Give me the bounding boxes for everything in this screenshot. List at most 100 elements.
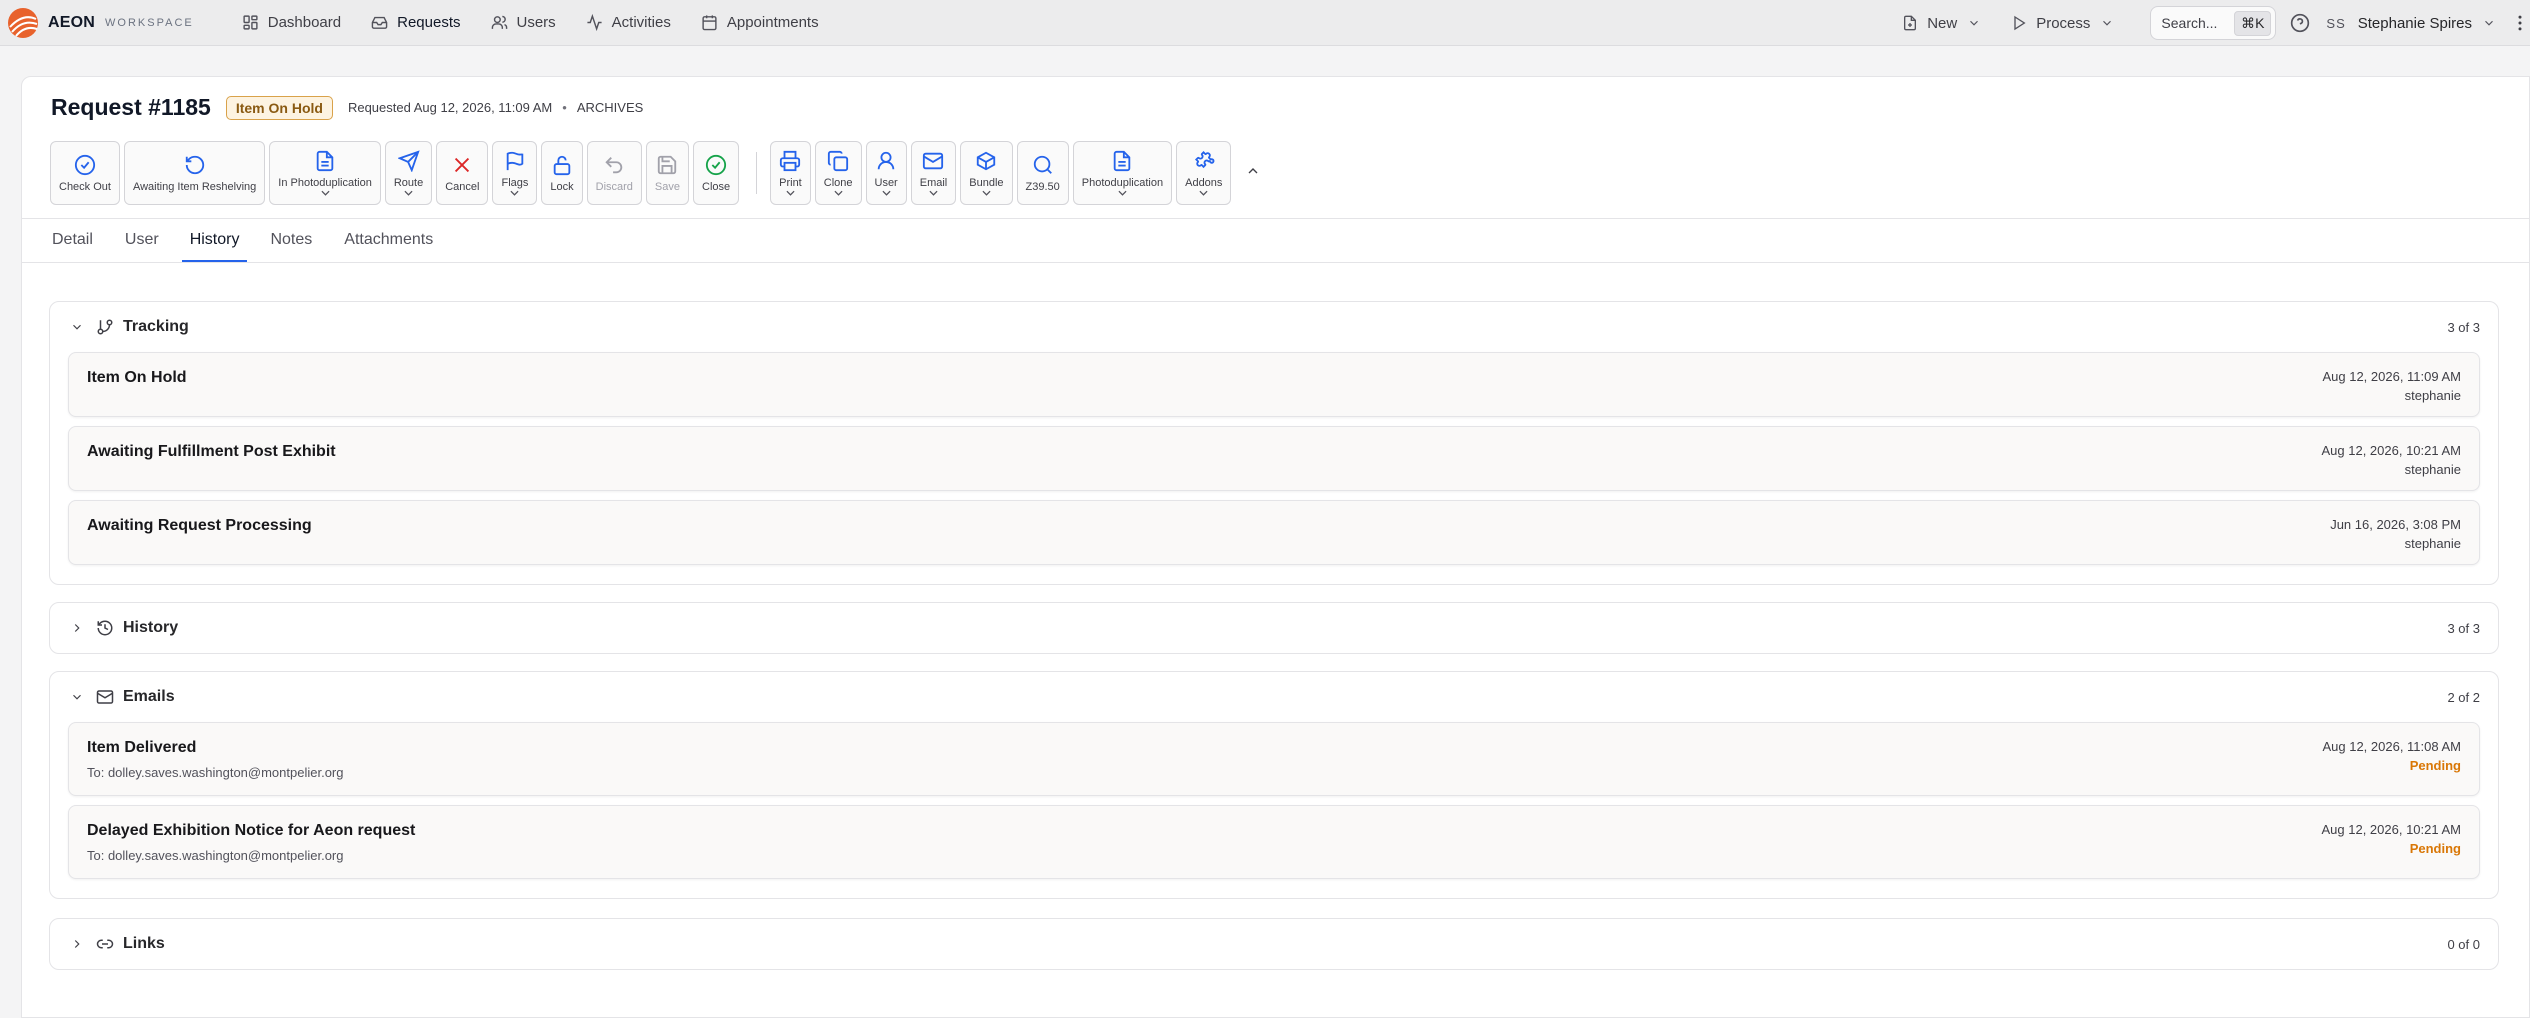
addons-button[interactable]: Addons [1176,141,1232,205]
chevron-down-icon [73,694,81,700]
search-shortcut: ⌘K [2234,10,2272,36]
print-label: Print [779,177,802,189]
page-title: Request #1185 [51,94,211,120]
tracking-user: stephanie [2404,388,2461,403]
aeon-logo-icon [8,7,38,38]
chevron-down-icon [929,190,938,196]
nav-appointments-label: Appointments [726,14,819,31]
user-icon [877,151,895,170]
flag-icon [506,151,524,171]
email-row[interactable]: Delayed Exhibition Notice for Aeon reque… [68,805,2480,879]
cancel-button[interactable]: Cancel [436,141,489,205]
new-dropdown[interactable]: New [1890,7,1993,39]
tracking-status: Item On Hold [87,369,187,386]
tab-history[interactable]: History [181,219,248,262]
meta-separator: • [562,100,567,115]
activity-icon [587,14,602,31]
discard-button[interactable]: Discard [586,141,642,205]
git-branch-icon [97,319,113,335]
history-icon [97,620,113,636]
rotate-ccw-icon [185,155,204,174]
chevron-down-icon [2485,20,2493,26]
chevron-down-icon [982,190,991,196]
in-photoduplication-button[interactable]: In Photoduplication [269,141,381,205]
action-toolbar: Check Out Awaiting Item Reshelving In Ph… [50,141,1261,205]
clone-label: Clone [823,177,853,189]
mail-icon [96,690,114,704]
nav-activities[interactable]: Activities [574,7,683,39]
bundle-button[interactable]: Bundle [960,141,1013,205]
nav-requests[interactable]: Requests [359,7,472,39]
link-icon [96,939,114,949]
flags-button[interactable]: Flags [492,141,538,205]
emails-count: 2 of 2 [2447,689,2480,705]
email-subject: Delayed Exhibition Notice for Aeon reque… [87,822,416,839]
tracking-row[interactable]: Awaiting Request Processing Jun 16, 2026… [68,500,2480,565]
email-recipient: To: dolley.saves.washington@montpelier.o… [87,765,344,780]
clone-button[interactable]: Clone [814,141,862,205]
check-circle-icon [74,154,96,175]
send-icon [397,150,420,172]
flags-label: Flags [501,177,529,189]
chevron-up-icon[interactable] [1245,163,1261,179]
history-count: 3 of 3 [2447,620,2480,636]
nav-activities-label: Activities [611,14,671,31]
tracking-row[interactable]: Awaiting Fulfillment Post Exhibit Aug 12… [68,426,2480,491]
tracking-header[interactable]: Tracking 3 of 3 [50,302,2498,352]
mail-icon [923,152,944,170]
z3950-button[interactable]: Z39.50 [1016,141,1069,205]
tab-bar: Detail User History Notes Attachments [22,218,2530,263]
history-header[interactable]: History 3 of 3 [50,603,2498,653]
route-button[interactable]: Route [384,141,433,205]
tracking-row[interactable]: Item On Hold Aug 12, 2026, 11:09 AM step… [68,352,2480,417]
user-menu[interactable]: SS Stephanie Spires [2326,15,2496,32]
tab-detail[interactable]: Detail [51,219,94,262]
save-button[interactable]: Save [645,141,689,205]
app-logo[interactable]: AEON WORKSPACE [7,7,194,39]
close-button[interactable]: Close [693,141,740,205]
nav-users-label: Users [516,14,556,31]
chevron-down-icon [321,190,330,196]
copy-icon [828,150,849,172]
email-subject: Item Delivered [87,739,197,756]
play-icon [2014,15,2026,31]
lock-button[interactable]: Lock [541,141,583,205]
email-button[interactable]: Email [910,141,957,205]
email-row[interactable]: Item Delivered To: dolley.saves.washingt… [68,722,2480,796]
photoduplication-label: Photoduplication [1081,177,1164,189]
tracking-user: stephanie [2404,536,2461,551]
save-icon [658,155,677,174]
inbox-icon [371,16,388,29]
nav-dashboard[interactable]: Dashboard [230,7,353,39]
tracking-status: Awaiting Request Processing [87,517,312,534]
chevron-down-icon [1970,20,1979,26]
status-badge: Item On Hold [225,95,333,120]
process-dropdown[interactable]: Process [1999,7,2126,39]
global-search[interactable]: Search... ⌘K [2150,6,2277,40]
emails-header[interactable]: Emails 2 of 2 [50,672,2498,722]
help-icon[interactable] [2290,13,2310,33]
nav-users[interactable]: Users [479,7,568,39]
tab-user[interactable]: User [124,219,160,262]
nav-appointments[interactable]: Appointments [689,7,831,39]
tracking-status: Awaiting Fulfillment Post Exhibit [87,443,336,460]
photoduplication-button[interactable]: Photoduplication [1072,141,1173,205]
nav-requests-label: Requests [397,14,461,31]
awaiting-reshelving-button[interactable]: Awaiting Item Reshelving [123,141,266,205]
dashboard-icon [243,15,258,30]
tab-attachments[interactable]: Attachments [343,219,434,262]
print-button[interactable]: Print [770,141,811,205]
email-status: Pending [2409,758,2461,773]
more-vertical-icon[interactable] [2510,13,2530,33]
check-out-button[interactable]: Check Out [50,141,120,205]
search-icon [1033,155,1052,174]
chevron-down-icon [834,190,843,196]
chevron-down-icon [1118,190,1127,196]
z3950-label: Z39.50 [1025,180,1060,193]
user-name: Stephanie Spires [2357,14,2472,32]
user-button[interactable]: User [865,141,907,205]
tab-notes[interactable]: Notes [269,219,313,262]
user-label: User [874,177,898,189]
links-header[interactable]: Links 0 of 0 [50,919,2498,969]
app-subtitle: WORKSPACE [105,16,194,29]
